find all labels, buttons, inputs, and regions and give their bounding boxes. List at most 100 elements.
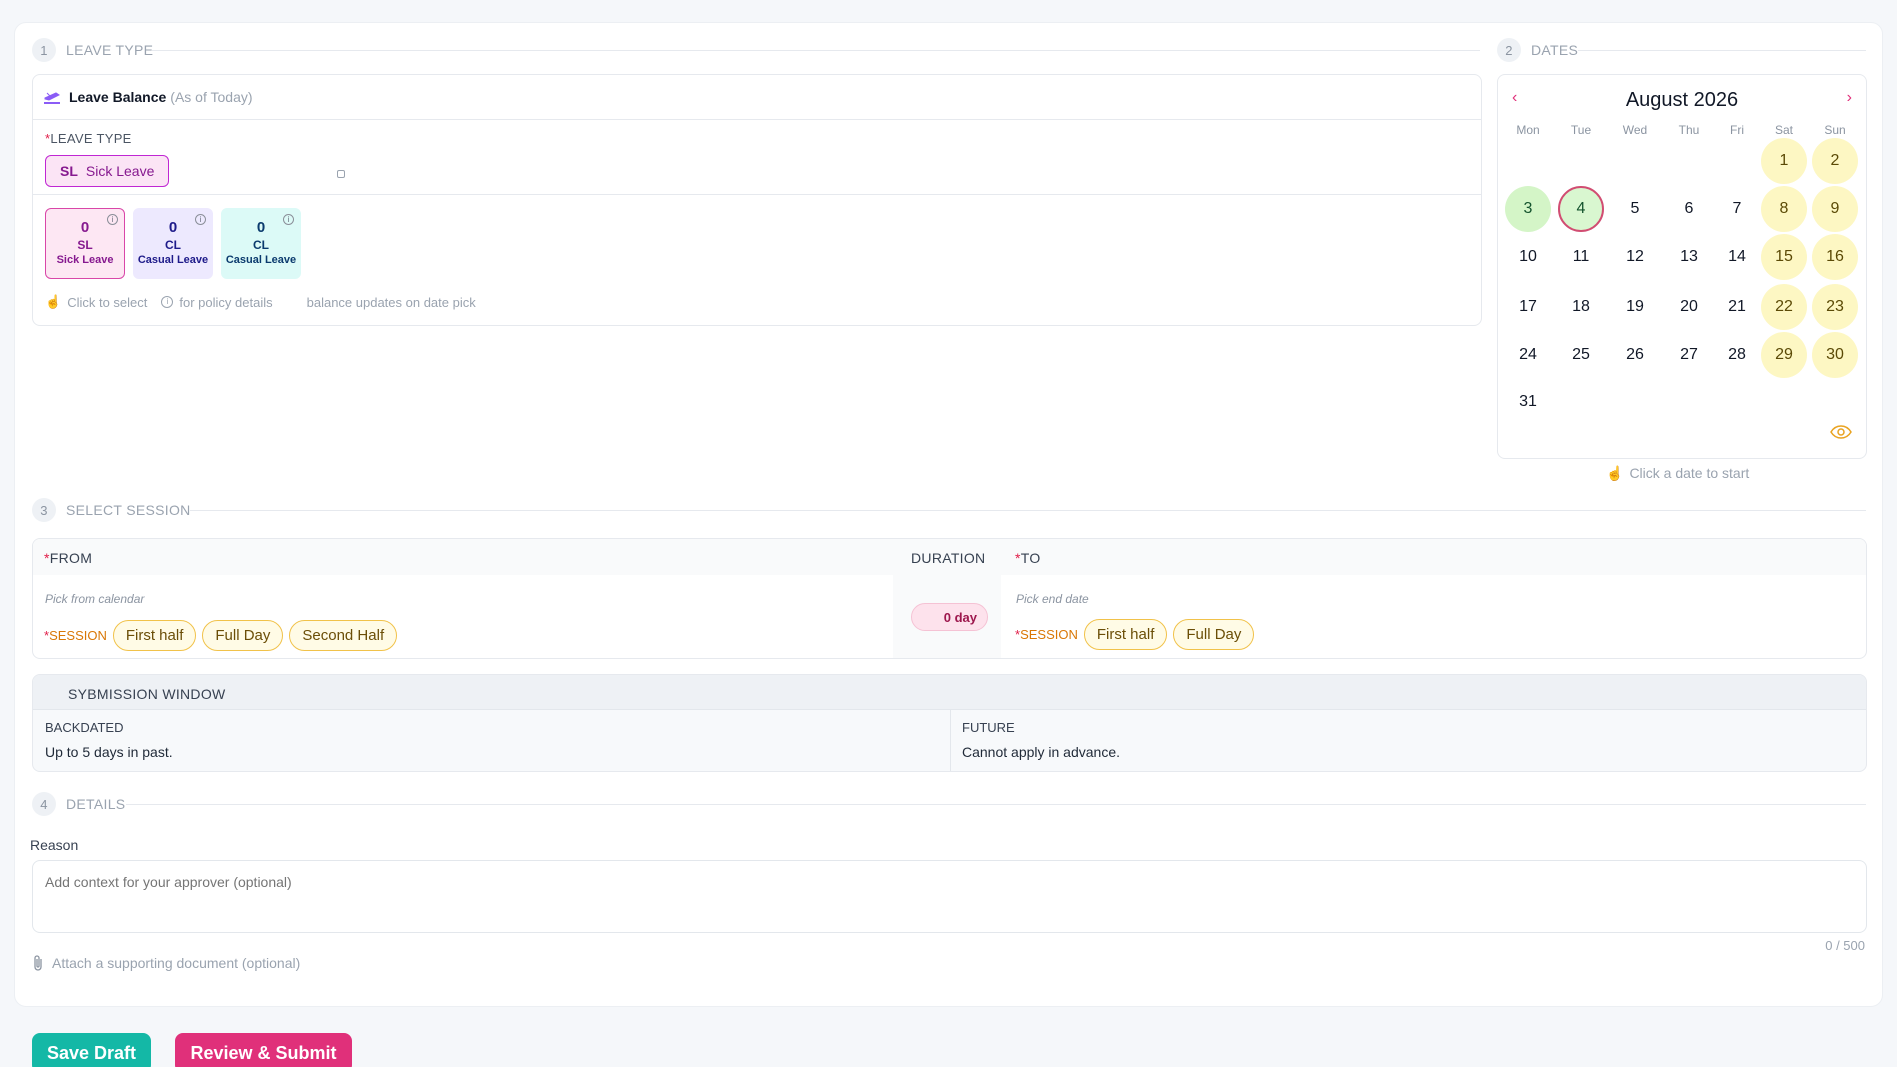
divider <box>1578 50 1866 51</box>
calendar-day[interactable]: 19 <box>1612 284 1658 330</box>
to-label: *TO <box>1015 550 1041 566</box>
future-text: Cannot apply in advance. <box>962 744 1120 760</box>
info-icon: i <box>161 296 174 308</box>
calendar-dow: Fri <box>1730 123 1744 137</box>
to-session-label: *SESSION <box>1015 627 1078 642</box>
calendar-day[interactable]: 28 <box>1714 332 1760 378</box>
calendar-dow: Sat <box>1774 123 1794 137</box>
calendar-day[interactable]: 2 <box>1812 138 1858 184</box>
eye-icon[interactable] <box>1830 425 1852 444</box>
plane-icon <box>44 92 60 104</box>
hand-pointer-icon: ☝ <box>45 294 62 309</box>
calendar-day[interactable]: 6 <box>1666 186 1712 232</box>
calendar-day[interactable]: 10 <box>1505 234 1551 280</box>
to-first-half-button[interactable]: First half <box>1083 619 1168 650</box>
paperclip-icon <box>34 955 42 971</box>
step-number: 4 <box>32 792 56 816</box>
calendar-day[interactable]: 5 <box>1612 186 1658 232</box>
tile-code: CL <box>165 238 181 252</box>
reason-textarea[interactable] <box>32 860 1867 933</box>
calendar-day[interactable]: 23 <box>1812 284 1858 330</box>
from-date-input[interactable]: Pick from calendar <box>45 592 144 606</box>
selected-code: SL <box>60 163 78 179</box>
calendar-day[interactable]: 14 <box>1714 234 1760 280</box>
calendar-day[interactable]: 12 <box>1612 234 1658 280</box>
calendar-day[interactable]: 30 <box>1812 332 1858 378</box>
calendar-day[interactable]: 18 <box>1558 284 1604 330</box>
calendar-day[interactable]: 31 <box>1505 379 1551 425</box>
balance-title: Leave Balance <box>69 89 167 105</box>
step-leave-type: 1 LEAVE TYPE <box>32 38 153 62</box>
from-session-label: *SESSION <box>44 628 107 643</box>
calendar-dow: Thu <box>1678 123 1700 137</box>
leave-type-select[interactable]: SL Sick Leave <box>45 155 170 187</box>
divider <box>190 510 1866 511</box>
attach-document[interactable]: Attach a supporting document (optional) <box>32 954 300 972</box>
step-number: 2 <box>1497 38 1521 62</box>
step-label: DETAILS <box>66 796 126 812</box>
calendar-day[interactable]: 25 <box>1558 332 1604 378</box>
calendar-dow: Sun <box>1824 123 1846 137</box>
save-draft-button[interactable]: Save Draft <box>32 1033 151 1067</box>
hint-policy: for policy details <box>179 294 273 310</box>
from-session-group: *SESSION First half Full Day Second Half <box>44 620 398 651</box>
calendar-day[interactable]: 9 <box>1812 186 1858 232</box>
calendar-day[interactable]: 22 <box>1761 284 1807 330</box>
step-session: 3 SELECT SESSION <box>32 498 191 522</box>
calendar-day[interactable]: 27 <box>1666 332 1712 378</box>
step-number: 1 <box>32 38 56 62</box>
divider <box>126 804 1866 805</box>
balance-hints: ☝ Click to select i for policy details b… <box>45 294 476 310</box>
info-icon[interactable]: i <box>283 214 294 225</box>
calendar-day[interactable]: 21 <box>1714 284 1760 330</box>
balance-header: Leave Balance (As of Today) <box>33 75 1481 120</box>
tile-code: CL <box>253 238 269 252</box>
duration-badge: 0 day <box>911 603 988 631</box>
tile-name: Casual Leave <box>225 254 297 266</box>
calendar-day[interactable]: 26 <box>1612 332 1658 378</box>
calendar-day[interactable]: 29 <box>1761 332 1807 378</box>
selected-name: Sick Leave <box>85 163 155 179</box>
backdated-text: Up to 5 days in past. <box>45 744 173 760</box>
attach-text: Attach a supporting document (optional) <box>52 955 301 971</box>
calendar-day[interactable]: 11 <box>1558 234 1604 280</box>
calendar-day[interactable]: 13 <box>1666 234 1712 280</box>
calendar-mini-icon[interactable] <box>337 170 345 178</box>
calendar-day[interactable]: 24 <box>1505 332 1551 378</box>
to-session-group: *SESSION First half Full Day <box>1015 619 1255 650</box>
calendar-day[interactable]: 4 <box>1558 186 1604 232</box>
review-submit-button[interactable]: Review & Submit <box>175 1033 352 1067</box>
balance-tile[interactable]: 0 CL Casual Leave i <box>221 208 301 279</box>
calendar-dow: Wed <box>1622 123 1648 137</box>
info-icon[interactable]: i <box>195 214 206 225</box>
calendar-dow: Tue <box>1570 123 1592 137</box>
leave-type-field-label: *LEAVE TYPE <box>45 131 132 146</box>
divider <box>152 50 1480 51</box>
calendar-day[interactable]: 8 <box>1761 186 1807 232</box>
balance-tile[interactable]: 0 CL Casual Leave i <box>133 208 213 279</box>
submission-window-panel: SYBMISSION WINDOW BACKDATED Up to 5 days… <box>32 674 1867 772</box>
step-details: 4 DETAILS <box>32 792 125 816</box>
calendar-dow: Mon <box>1516 123 1540 137</box>
submission-window-title: SYBMISSION WINDOW <box>68 686 226 702</box>
from-full-day-button[interactable]: Full Day <box>202 620 284 651</box>
balance-tile[interactable]: 0 SL Sick Leave i <box>45 208 125 279</box>
calendar-day[interactable]: 3 <box>1505 186 1551 232</box>
calendar-hint-text: Click a date to start <box>1629 465 1750 481</box>
chevron-right-icon[interactable]: › <box>1847 89 1852 107</box>
from-second-half-button[interactable]: Second Half <box>289 620 398 651</box>
calendar-day[interactable]: 20 <box>1666 284 1712 330</box>
calendar-day[interactable]: 1 <box>1761 138 1807 184</box>
info-icon[interactable]: i <box>107 214 118 225</box>
backdated-label: BACKDATED <box>45 720 124 735</box>
divider <box>33 194 1481 195</box>
calendar-hint: ☝ Click a date to start <box>1606 465 1749 482</box>
to-date-input[interactable]: Pick end date <box>1016 592 1089 606</box>
to-full-day-button[interactable]: Full Day <box>1173 619 1255 650</box>
calendar-day[interactable]: 15 <box>1761 234 1807 280</box>
calendar-day[interactable]: 7 <box>1714 186 1760 232</box>
leave-balance-panel: Leave Balance (As of Today) *LEAVE TYPE … <box>32 74 1482 326</box>
calendar-day[interactable]: 17 <box>1505 284 1551 330</box>
from-first-half-button[interactable]: First half <box>112 620 197 651</box>
calendar-day[interactable]: 16 <box>1812 234 1858 280</box>
